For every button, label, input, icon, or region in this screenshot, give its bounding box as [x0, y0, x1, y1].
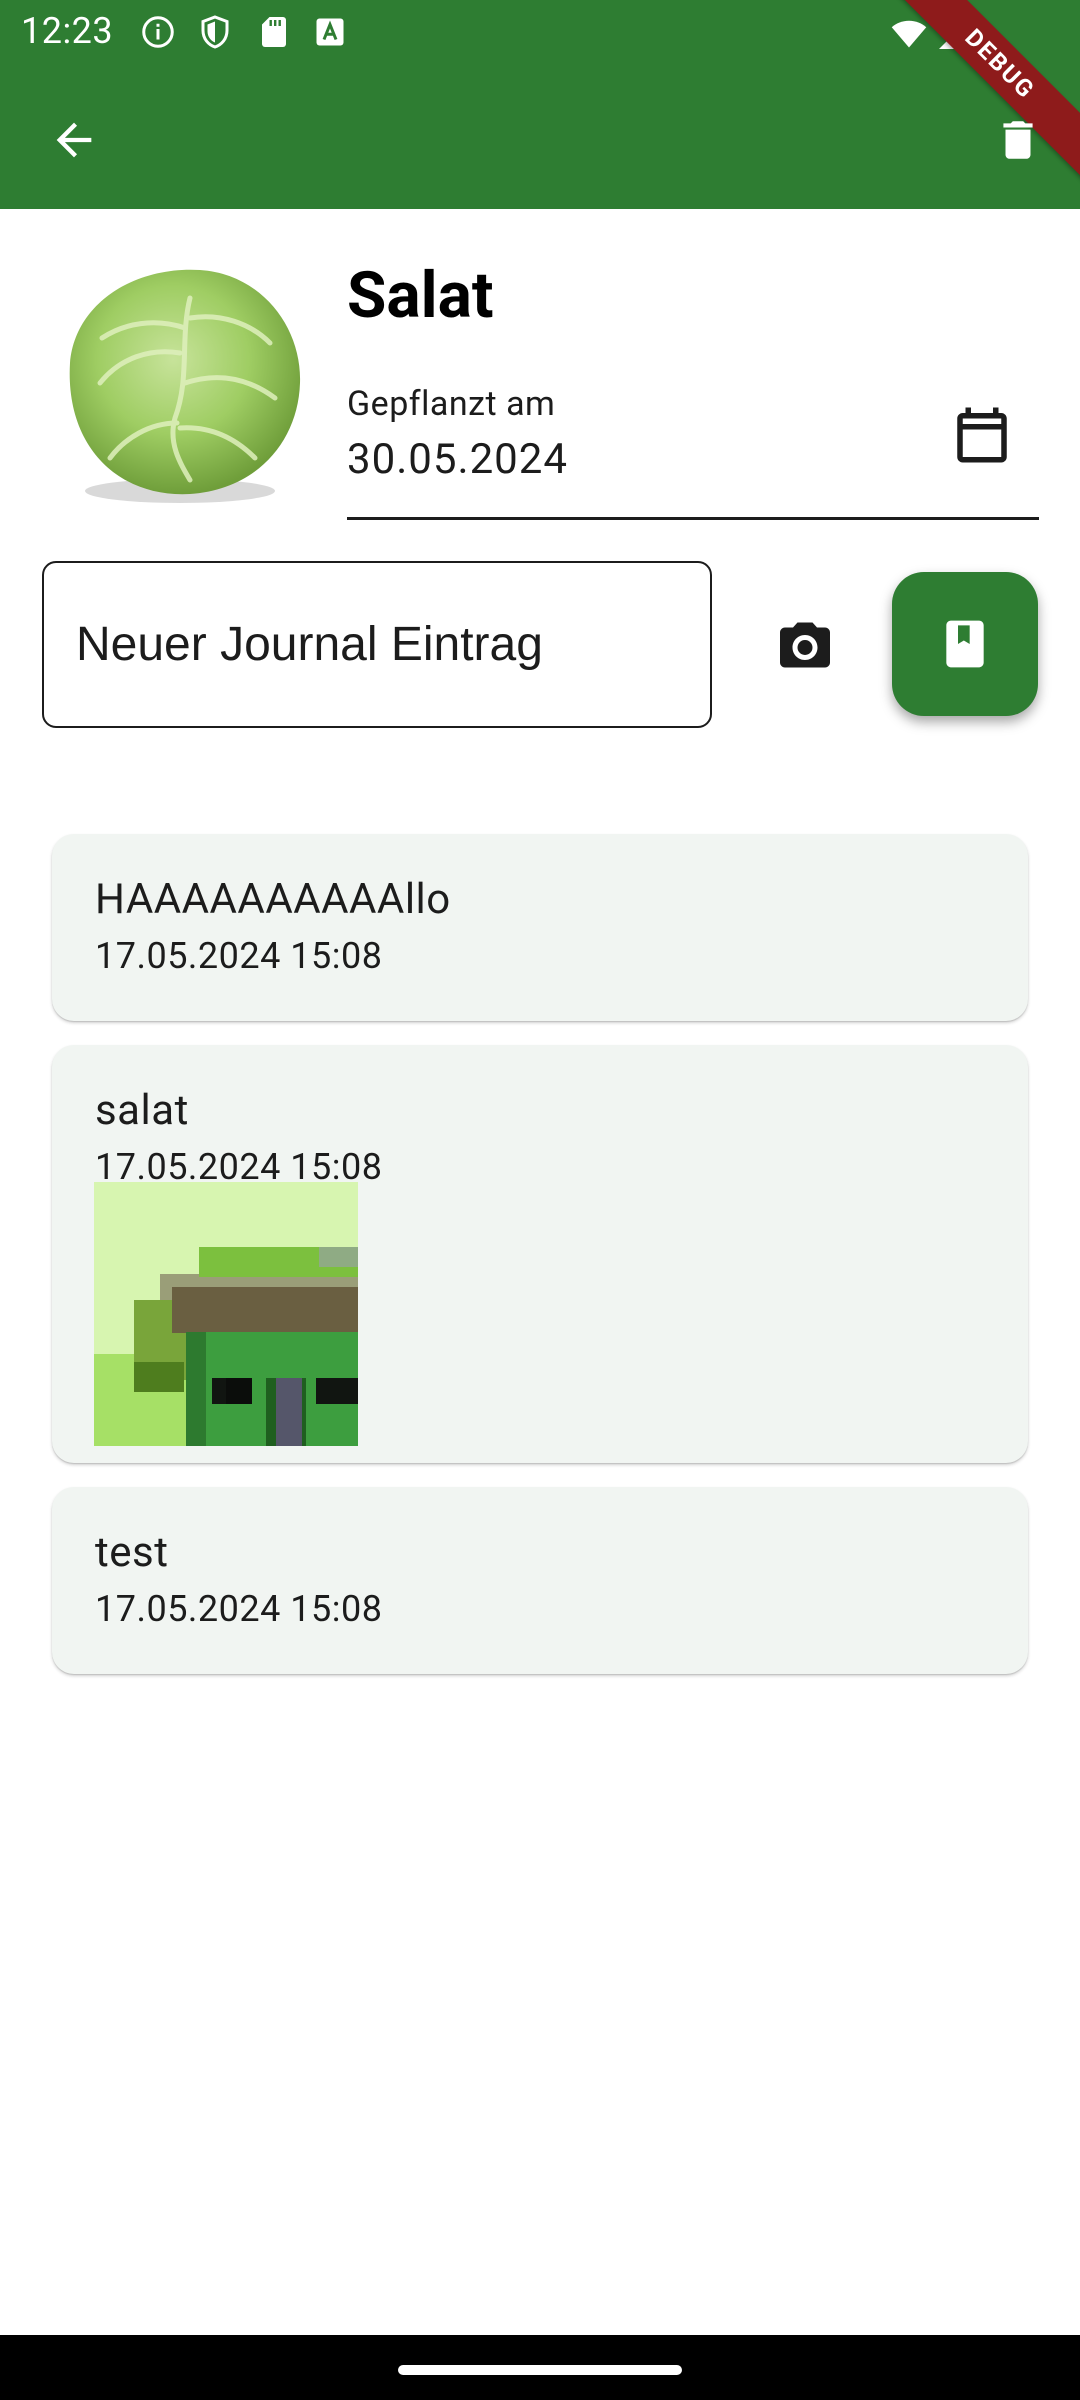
save-entry-button[interactable] [892, 572, 1038, 716]
planted-date-label: Gepflanzt am [347, 384, 556, 424]
plant-title: Salat [347, 258, 494, 333]
entry-text: test [95, 1528, 169, 1577]
camera-icon [780, 622, 830, 668]
trash-icon [1003, 121, 1033, 159]
entry-date: 17.05.2024 15:08 [95, 935, 383, 977]
planted-date-field[interactable]: Gepflanzt am 30.05.2024 [347, 380, 1039, 520]
lettuce-image [40, 258, 306, 508]
info-icon [140, 14, 176, 50]
calendar-button[interactable] [937, 390, 1027, 480]
journal-entry-card[interactable]: salat 17.05.2024 15:08 [52, 1045, 1028, 1463]
journal-entry-input[interactable] [42, 561, 712, 728]
pixel-house-image [94, 1182, 358, 1446]
delete-button[interactable] [978, 100, 1058, 180]
shield-icon [197, 14, 233, 50]
entry-text: HAAAAAAAAAAllo [95, 875, 451, 924]
status-time: 12:23 [21, 10, 114, 52]
sd-card-icon [256, 14, 292, 50]
bookmark-book-icon [946, 620, 984, 668]
wifi-icon [889, 14, 929, 54]
entry-text: salat [95, 1086, 189, 1135]
arrow-back-icon [56, 122, 92, 158]
journal-entry-card[interactable]: test 17.05.2024 15:08 [52, 1487, 1028, 1674]
calendar-icon [957, 407, 1007, 463]
app-bar: 12:23 DEBUG [0, 0, 1080, 209]
camera-button[interactable] [760, 600, 850, 690]
journal-entry-card[interactable]: HAAAAAAAAAAllo 17.05.2024 15:08 [52, 834, 1028, 1021]
planted-date-value: 30.05.2024 [347, 435, 568, 484]
entry-date: 17.05.2024 15:08 [95, 1588, 383, 1630]
home-indicator[interactable] [398, 2365, 682, 2375]
font-a-icon [312, 14, 348, 50]
back-button[interactable] [34, 100, 114, 180]
